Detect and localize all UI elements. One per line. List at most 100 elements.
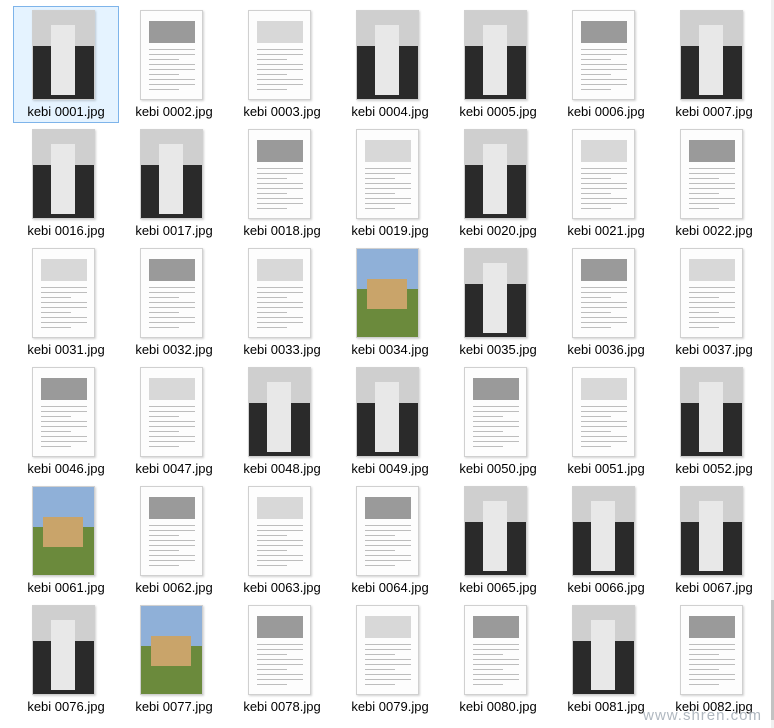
image-thumbnail[interactable]: [32, 10, 95, 100]
file-item[interactable]: kebi 0002.jpg: [121, 6, 227, 123]
file-item[interactable]: kebi 0018.jpg: [229, 125, 335, 242]
file-item[interactable]: kebi 0052.jpg: [661, 363, 767, 480]
file-item[interactable]: kebi 0021.jpg: [553, 125, 659, 242]
file-item[interactable]: kebi 0019.jpg: [337, 125, 443, 242]
image-thumbnail[interactable]: [572, 248, 635, 338]
file-name-label: kebi 0022.jpg: [675, 223, 753, 238]
file-item[interactable]: kebi 0066.jpg: [553, 482, 659, 599]
file-item[interactable]: kebi 0035.jpg: [445, 244, 551, 361]
file-item[interactable]: kebi 0077.jpg: [121, 601, 227, 718]
file-item[interactable]: kebi 0033.jpg: [229, 244, 335, 361]
file-name-label: kebi 0052.jpg: [675, 461, 753, 476]
image-thumbnail[interactable]: [464, 248, 527, 338]
image-thumbnail[interactable]: [572, 10, 635, 100]
file-item[interactable]: kebi 0017.jpg: [121, 125, 227, 242]
file-item[interactable]: kebi 0003.jpg: [229, 6, 335, 123]
image-thumbnail[interactable]: [248, 605, 311, 695]
file-item[interactable]: kebi 0063.jpg: [229, 482, 335, 599]
watermark: www.shren.com: [643, 707, 762, 724]
file-item[interactable]: kebi 0048.jpg: [229, 363, 335, 480]
image-thumbnail[interactable]: [356, 486, 419, 576]
image-thumbnail[interactable]: [140, 486, 203, 576]
file-item[interactable]: kebi 0036.jpg: [553, 244, 659, 361]
image-thumbnail[interactable]: [464, 486, 527, 576]
file-item[interactable]: kebi 0016.jpg: [13, 125, 119, 242]
file-name-label: kebi 0050.jpg: [459, 461, 537, 476]
file-item[interactable]: kebi 0047.jpg: [121, 363, 227, 480]
image-thumbnail[interactable]: [32, 129, 95, 219]
image-thumbnail[interactable]: [248, 367, 311, 457]
file-name-label: kebi 0066.jpg: [567, 580, 645, 595]
image-thumbnail[interactable]: [356, 248, 419, 338]
file-item[interactable]: kebi 0051.jpg: [553, 363, 659, 480]
image-thumbnail[interactable]: [680, 129, 743, 219]
file-name-label: kebi 0077.jpg: [135, 699, 213, 714]
file-item[interactable]: kebi 0004.jpg: [337, 6, 443, 123]
file-item[interactable]: kebi 0065.jpg: [445, 482, 551, 599]
image-thumbnail[interactable]: [32, 486, 95, 576]
image-thumbnail[interactable]: [464, 367, 527, 457]
image-thumbnail[interactable]: [32, 248, 95, 338]
file-name-label: kebi 0017.jpg: [135, 223, 213, 238]
image-thumbnail[interactable]: [140, 129, 203, 219]
file-item[interactable]: kebi 0031.jpg: [13, 244, 119, 361]
image-thumbnail[interactable]: [680, 248, 743, 338]
file-item[interactable]: kebi 0078.jpg: [229, 601, 335, 718]
file-item[interactable]: kebi 0082.jpg: [661, 601, 767, 718]
file-item[interactable]: kebi 0020.jpg: [445, 125, 551, 242]
image-thumbnail[interactable]: [356, 605, 419, 695]
image-thumbnail[interactable]: [680, 486, 743, 576]
image-thumbnail[interactable]: [356, 10, 419, 100]
image-thumbnail[interactable]: [464, 10, 527, 100]
image-thumbnail[interactable]: [248, 129, 311, 219]
image-thumbnail[interactable]: [32, 605, 95, 695]
file-item[interactable]: kebi 0006.jpg: [553, 6, 659, 123]
file-name-label: kebi 0067.jpg: [675, 580, 753, 595]
file-item[interactable]: kebi 0001.jpg: [13, 6, 119, 123]
image-thumbnail[interactable]: [572, 486, 635, 576]
file-item[interactable]: kebi 0032.jpg: [121, 244, 227, 361]
file-item[interactable]: kebi 0080.jpg: [445, 601, 551, 718]
image-thumbnail[interactable]: [464, 605, 527, 695]
file-item[interactable]: kebi 0034.jpg: [337, 244, 443, 361]
file-item[interactable]: kebi 0037.jpg: [661, 244, 767, 361]
file-name-label: kebi 0007.jpg: [675, 104, 753, 119]
file-item[interactable]: kebi 0067.jpg: [661, 482, 767, 599]
image-thumbnail[interactable]: [356, 129, 419, 219]
file-item[interactable]: kebi 0076.jpg: [13, 601, 119, 718]
image-thumbnail[interactable]: [140, 10, 203, 100]
image-thumbnail[interactable]: [464, 129, 527, 219]
image-thumbnail[interactable]: [248, 486, 311, 576]
image-thumbnail[interactable]: [140, 605, 203, 695]
file-name-label: kebi 0051.jpg: [567, 461, 645, 476]
file-item[interactable]: kebi 0062.jpg: [121, 482, 227, 599]
file-item[interactable]: kebi 0050.jpg: [445, 363, 551, 480]
file-item[interactable]: kebi 0081.jpg: [553, 601, 659, 718]
file-name-label: kebi 0018.jpg: [243, 223, 321, 238]
image-thumbnail[interactable]: [680, 367, 743, 457]
image-thumbnail[interactable]: [680, 605, 743, 695]
file-item[interactable]: kebi 0022.jpg: [661, 125, 767, 242]
image-thumbnail[interactable]: [32, 367, 95, 457]
file-name-label: kebi 0049.jpg: [351, 461, 429, 476]
image-thumbnail[interactable]: [140, 248, 203, 338]
image-thumbnail[interactable]: [572, 605, 635, 695]
file-name-label: kebi 0005.jpg: [459, 104, 537, 119]
image-thumbnail[interactable]: [248, 10, 311, 100]
file-item[interactable]: kebi 0007.jpg: [661, 6, 767, 123]
file-name-label: kebi 0033.jpg: [243, 342, 321, 357]
image-thumbnail[interactable]: [572, 129, 635, 219]
file-item[interactable]: kebi 0005.jpg: [445, 6, 551, 123]
image-thumbnail[interactable]: [248, 248, 311, 338]
image-thumbnail[interactable]: [356, 367, 419, 457]
file-item[interactable]: kebi 0079.jpg: [337, 601, 443, 718]
file-item[interactable]: kebi 0061.jpg: [13, 482, 119, 599]
file-item[interactable]: kebi 0064.jpg: [337, 482, 443, 599]
image-thumbnail[interactable]: [140, 367, 203, 457]
file-item[interactable]: kebi 0046.jpg: [13, 363, 119, 480]
image-thumbnail[interactable]: [680, 10, 743, 100]
file-name-label: kebi 0078.jpg: [243, 699, 321, 714]
image-thumbnail[interactable]: [572, 367, 635, 457]
file-name-label: kebi 0020.jpg: [459, 223, 537, 238]
file-item[interactable]: kebi 0049.jpg: [337, 363, 443, 480]
